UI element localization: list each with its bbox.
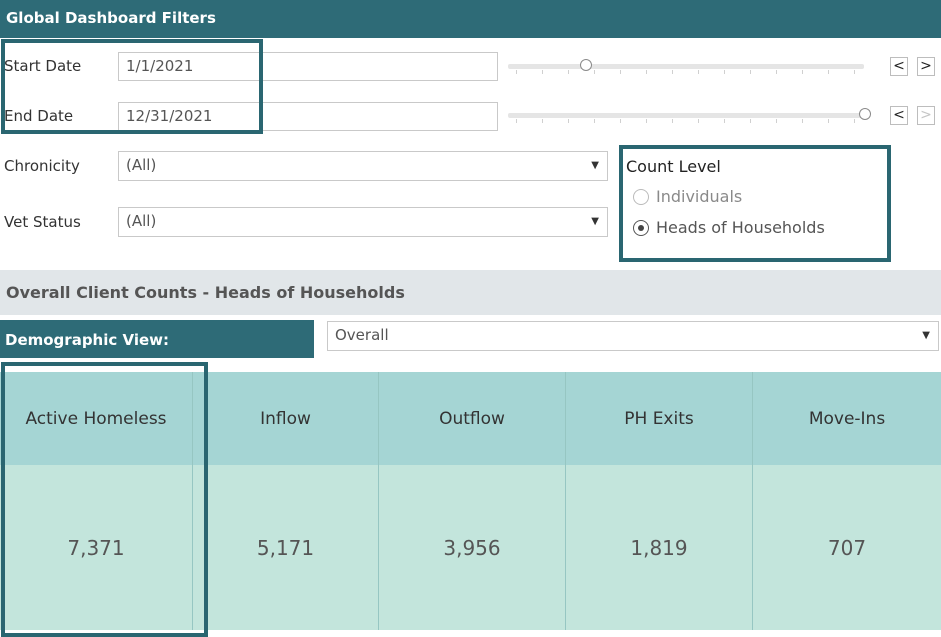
- count-level-option-heads-of-households[interactable]: Heads of Households: [633, 218, 825, 237]
- slider-tick: [828, 70, 829, 74]
- column-divider: [565, 372, 566, 630]
- vet-status-label: Vet Status: [4, 213, 81, 231]
- column-divider: [378, 372, 379, 630]
- end-date-slider-track[interactable]: [508, 113, 864, 118]
- metric-header-outflow: Outflow: [379, 372, 565, 465]
- caret-down-icon: ▼: [922, 330, 930, 341]
- vet-status-select[interactable]: (All) ▼: [118, 207, 608, 237]
- slider-tick: [854, 119, 855, 123]
- slider-tick: [516, 70, 517, 74]
- slider-tick: [802, 119, 803, 123]
- metric-header-inflow: Inflow: [193, 372, 378, 465]
- section-title: Overall Client Counts - Heads of Househo…: [6, 283, 405, 302]
- metric-value-ph-exits: 1,819: [566, 465, 752, 630]
- metric-header-ph-exits: PH Exits: [566, 372, 752, 465]
- slider-tick: [698, 119, 699, 123]
- slider-tick: [776, 119, 777, 123]
- count-level-title: Count Level: [626, 157, 721, 176]
- slider-tick: [724, 70, 725, 74]
- end-date-prev-button[interactable]: <: [890, 106, 908, 125]
- slider-tick: [646, 70, 647, 74]
- option-label: Individuals: [656, 187, 743, 206]
- slider-tick: [516, 119, 517, 123]
- caret-down-icon: ▼: [591, 160, 599, 171]
- slider-tick: [542, 119, 543, 123]
- slider-tick: [620, 119, 621, 123]
- end-date-next-button[interactable]: >: [917, 106, 935, 125]
- demographic-view-select[interactable]: Overall ▼: [327, 321, 939, 351]
- start-date-prev-button[interactable]: <: [890, 57, 908, 76]
- slider-tick: [750, 119, 751, 123]
- metric-value-move-ins: 707: [753, 465, 941, 630]
- metric-value-inflow: 5,171: [193, 465, 378, 630]
- slider-tick: [854, 70, 855, 74]
- slider-tick: [646, 119, 647, 123]
- slider-tick: [698, 70, 699, 74]
- date-filters-highlight: [1, 39, 263, 134]
- slider-tick: [542, 70, 543, 74]
- slider-tick: [620, 70, 621, 74]
- chronicity-value: (All): [126, 156, 157, 174]
- vet-status-value: (All): [126, 212, 157, 230]
- chevron-right-icon: >: [920, 107, 932, 123]
- header-title: Global Dashboard Filters: [6, 9, 216, 27]
- start-date-next-button[interactable]: >: [917, 57, 935, 76]
- slider-tick: [828, 119, 829, 123]
- start-date-slider-track[interactable]: [508, 64, 864, 69]
- slider-tick: [776, 70, 777, 74]
- slider-tick: [802, 70, 803, 74]
- caret-down-icon: ▼: [591, 216, 599, 227]
- slider-tick: [672, 70, 673, 74]
- metric-header-move-ins: Move-Ins: [753, 372, 941, 465]
- column-divider: [752, 372, 753, 630]
- option-label: Heads of Households: [656, 218, 825, 237]
- demographic-view-label: Demographic View:: [5, 331, 170, 349]
- radio-selected-icon: [633, 219, 649, 236]
- slider-tick: [724, 119, 725, 123]
- radio-unselected-icon: [633, 188, 649, 205]
- count-level-option-individuals[interactable]: Individuals: [633, 187, 742, 206]
- chevron-right-icon: >: [920, 58, 932, 74]
- end-date-slider-thumb[interactable]: [859, 108, 871, 120]
- slider-tick: [594, 70, 595, 74]
- start-date-slider-thumb[interactable]: [580, 59, 592, 71]
- chevron-left-icon: <: [893, 58, 905, 74]
- metric-value-outflow: 3,956: [379, 465, 565, 630]
- chronicity-label: Chronicity: [4, 157, 80, 175]
- slider-tick: [750, 70, 751, 74]
- chevron-left-icon: <: [893, 107, 905, 123]
- active-homeless-highlight: [1, 362, 208, 637]
- slider-tick: [568, 70, 569, 74]
- chronicity-select[interactable]: (All) ▼: [118, 151, 608, 181]
- slider-tick: [568, 119, 569, 123]
- demographic-view-value: Overall: [335, 326, 389, 344]
- slider-tick: [672, 119, 673, 123]
- slider-tick: [594, 119, 595, 123]
